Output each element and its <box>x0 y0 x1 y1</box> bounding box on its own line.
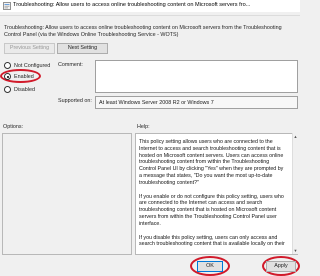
scroll-down-icon[interactable]: ▼ <box>293 248 298 253</box>
apply-button[interactable]: Apply <box>266 261 296 272</box>
radio-circle[interactable] <box>4 86 11 93</box>
next-setting-button[interactable]: Next Setting <box>57 43 108 54</box>
previous-setting-button[interactable]: Previous Setting <box>4 43 55 54</box>
radio-circle[interactable] <box>4 62 11 69</box>
options-label: Options: <box>3 124 24 130</box>
radio-enabled[interactable]: Enabled <box>4 73 34 80</box>
help-scrollbar[interactable] <box>292 133 299 254</box>
supported-on-label: Supported on: <box>58 98 92 104</box>
header-divider <box>0 15 300 16</box>
policy-window-icon <box>3 2 11 10</box>
comment-textarea[interactable] <box>95 60 298 93</box>
supported-on-value: At least Windows Server 2008 R2 or Windo… <box>99 100 214 106</box>
radio-label: Not Configured <box>14 62 51 69</box>
comment-label: Comment: <box>58 62 83 68</box>
radio-disabled[interactable]: Disabled <box>4 86 35 93</box>
radio-label: Disabled <box>14 86 35 93</box>
ok-button[interactable]: OK <box>197 261 223 272</box>
help-paragraph: This policy setting allows users who are… <box>139 139 284 186</box>
supported-on-box: At least Windows Server 2008 R2 or Windo… <box>95 96 298 109</box>
options-panel <box>2 133 132 255</box>
scroll-up-icon[interactable]: ▲ <box>293 134 298 139</box>
help-paragraph: If you disable this policy setting, user… <box>139 234 285 248</box>
help-text: This policy setting allows users who are… <box>139 139 285 255</box>
policy-description: Troubleshooting: Allow users to access o… <box>4 25 282 38</box>
help-paragraph: If you enable or do not configure this p… <box>139 193 284 227</box>
radio-circle[interactable] <box>4 73 11 80</box>
help-label: Help: <box>137 124 150 130</box>
window-title: Troubleshooting: Allow users to access o… <box>13 2 251 8</box>
radio-label: Enabled <box>14 73 34 80</box>
radio-not-configured[interactable]: Not Configured <box>4 62 50 69</box>
